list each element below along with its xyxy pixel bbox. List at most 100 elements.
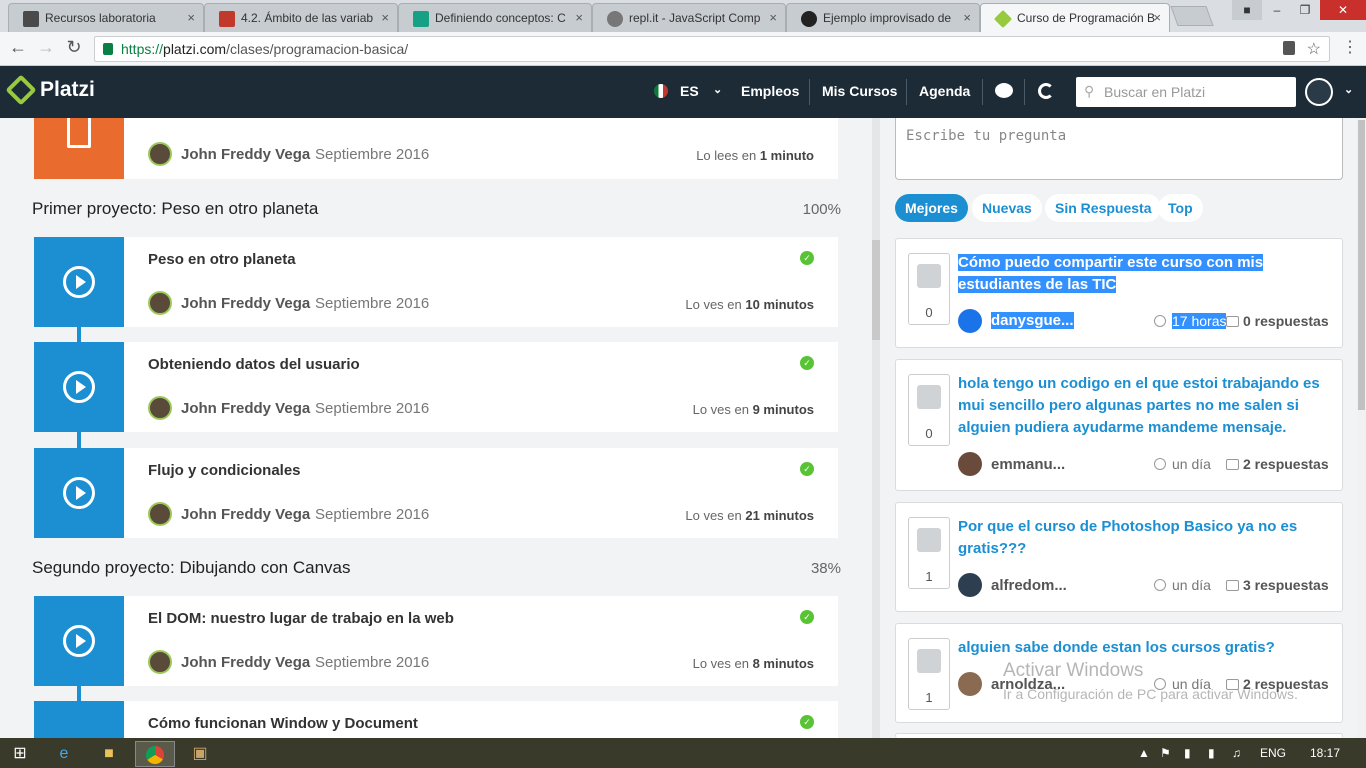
question-title[interactable]: alguien sabe donde estan los cursos grat…	[958, 637, 1328, 659]
chrome-icon[interactable]	[135, 741, 175, 767]
lessons-scrollbar[interactable]	[872, 240, 880, 340]
network-icon[interactable]: ▮	[1208, 746, 1215, 760]
flag-icon[interactable]: ⚑	[1160, 746, 1171, 760]
chat-icon[interactable]	[995, 83, 1013, 98]
close-icon[interactable]: ×	[963, 10, 971, 25]
nav-divider	[906, 79, 907, 105]
lesson-card[interactable]: John Freddy Vega Septiembre 2016 Lo lees…	[34, 118, 838, 179]
reload-icon[interactable]: ↻	[62, 37, 86, 58]
lesson-title[interactable]: Cómo funcionan Window y Document	[148, 715, 418, 732]
comment-icon	[1226, 316, 1239, 327]
nav-empleos[interactable]: Empleos	[741, 83, 799, 99]
lesson-thumbnail	[34, 448, 124, 538]
lesson-card[interactable]: Peso en otro planeta ✓ John Freddy Vega …	[34, 237, 838, 327]
star-icon[interactable]: ☆	[1307, 39, 1321, 59]
upvote-button[interactable]: 0	[908, 374, 950, 446]
close-icon[interactable]: ×	[187, 10, 195, 25]
user-avatar[interactable]	[1305, 78, 1333, 106]
thumbs-up-icon	[917, 264, 941, 288]
system-clock[interactable]: 18:17	[1310, 746, 1340, 760]
chevron-down-icon[interactable]: ⌄	[713, 83, 722, 96]
question-title[interactable]: Por que el curso de Photoshop Basico ya …	[958, 516, 1328, 560]
chevron-down-icon[interactable]: ⌄	[1344, 83, 1353, 96]
windows-start-icon[interactable]: ⊞	[0, 741, 40, 767]
question-title[interactable]: Cómo puedo compartir este curso con mis …	[958, 252, 1328, 296]
github-icon	[801, 11, 817, 27]
forward-icon[interactable]: →	[34, 37, 58, 58]
browser-tab[interactable]: Ejemplo improvisado de ×	[786, 3, 980, 32]
tab-title: Recursos laboratoria	[45, 11, 156, 25]
lesson-card[interactable]: Flujo y condicionales ✓ John Freddy Vega…	[34, 448, 838, 538]
platzi-logo[interactable]: Platzi	[5, 74, 95, 107]
upvote-button[interactable]: 1	[908, 517, 950, 589]
browser-tab[interactable]: repl.it - JavaScript Comp ×	[592, 3, 786, 32]
input-language[interactable]: ENG	[1260, 746, 1286, 760]
minimize-icon[interactable]: –	[1262, 0, 1292, 20]
question-input[interactable]: Escribe tu pregunta	[895, 118, 1343, 180]
book-icon	[219, 11, 235, 27]
search-input[interactable]: ⚲ Buscar en Platzi	[1076, 77, 1296, 107]
question-card[interactable]: 1 Por que el curso de Photoshop Basico y…	[895, 502, 1343, 612]
close-icon[interactable]: ×	[381, 10, 389, 25]
question-user[interactable]: danysgue...	[991, 312, 1074, 329]
browser-tab[interactable]: 4.2. Ámbito de las variab ×	[204, 3, 398, 32]
user-profile-icon[interactable]: ■	[1232, 0, 1262, 20]
app-icon[interactable]: ▣	[180, 741, 220, 767]
notifications-icon[interactable]	[1038, 83, 1054, 99]
lesson-card[interactable]: El DOM: nuestro lugar de trabajo en la w…	[34, 596, 838, 686]
play-icon	[63, 266, 95, 298]
nav-agenda[interactable]: Agenda	[919, 83, 970, 99]
filter-top[interactable]: Top	[1158, 194, 1203, 222]
question-title[interactable]: hola tengo un codigo en el que estoi tra…	[958, 373, 1328, 439]
scrollbar-thumb[interactable]	[1358, 120, 1365, 410]
lesson-card[interactable]: Cómo funcionan Window y Document ✓	[34, 701, 838, 738]
battery-icon[interactable]: ▮	[1184, 746, 1191, 760]
filter-mejores[interactable]: Mejores	[895, 194, 968, 222]
lesson-title[interactable]: Obteniendo datos del usuario	[148, 356, 360, 373]
question-user[interactable]: alfredom...	[991, 577, 1067, 594]
browser-tab[interactable]: Recursos laboratoria ×	[8, 3, 204, 32]
nav-mis-cursos[interactable]: Mis Cursos	[822, 83, 897, 99]
show-hidden-icons-icon[interactable]: ▲	[1138, 746, 1150, 760]
window-close-icon[interactable]: ✕	[1320, 0, 1366, 20]
lesson-card[interactable]: Obteniendo datos del usuario ✓ John Fred…	[34, 342, 838, 432]
menu-icon[interactable]: ⋮	[1338, 37, 1362, 57]
question-card[interactable]: 0 Cómo puedo compartir este curso con mi…	[895, 238, 1343, 348]
lesson-title[interactable]: El DOM: nuestro lugar de trabajo en la w…	[148, 610, 454, 627]
close-icon[interactable]: ×	[769, 10, 777, 25]
upvote-button[interactable]: 0	[908, 253, 950, 325]
platzi-logo-icon	[5, 74, 37, 107]
lesson-title[interactable]: Flujo y condicionales	[148, 462, 301, 479]
url-bar[interactable]: https://platzi.com/clases/programacion-b…	[94, 36, 1330, 62]
browser-tab-active[interactable]: Curso de Programación B ×	[980, 3, 1170, 32]
file-explorer-icon[interactable]: ■	[89, 741, 129, 767]
back-icon[interactable]: ←	[6, 37, 30, 58]
url-scheme: https://	[121, 41, 164, 57]
check-icon: ✓	[800, 356, 814, 370]
page-scrollbar[interactable]	[1357, 118, 1366, 738]
filter-nuevas[interactable]: Nuevas	[972, 194, 1042, 222]
section-progress: 38%	[810, 560, 841, 577]
lesson-thumbnail	[34, 596, 124, 686]
blocked-popup-icon[interactable]	[1283, 41, 1295, 55]
language-selector[interactable]: ES	[680, 83, 699, 99]
filter-sin-respuesta[interactable]: Sin Respuesta	[1045, 194, 1162, 222]
close-icon[interactable]: ×	[575, 10, 583, 25]
thumbs-up-icon	[917, 528, 941, 552]
question-user[interactable]: emmanu...	[991, 456, 1065, 473]
new-tab-button[interactable]	[1170, 6, 1214, 26]
close-icon[interactable]: ×	[1153, 10, 1161, 25]
search-icon: ⚲	[1084, 83, 1095, 99]
question-card[interactable]: 0 hola tengo un codigo en el que estoi t…	[895, 359, 1343, 491]
duration-prefix: Lo ves en	[692, 656, 749, 671]
lesson-title[interactable]: Peso en otro planeta	[148, 251, 296, 268]
maximize-icon[interactable]: ❐	[1290, 0, 1320, 20]
volume-icon[interactable]: ♫	[1232, 746, 1241, 760]
comment-icon	[1226, 580, 1239, 591]
upvote-button[interactable]: 1	[908, 638, 950, 710]
question-time-value: 17 horas	[1172, 313, 1227, 329]
browser-tab[interactable]: Definiendo conceptos: C ×	[398, 3, 592, 32]
author-avatar	[148, 396, 172, 420]
vote-count: 0	[925, 305, 933, 320]
internet-explorer-icon[interactable]: e	[44, 741, 84, 767]
